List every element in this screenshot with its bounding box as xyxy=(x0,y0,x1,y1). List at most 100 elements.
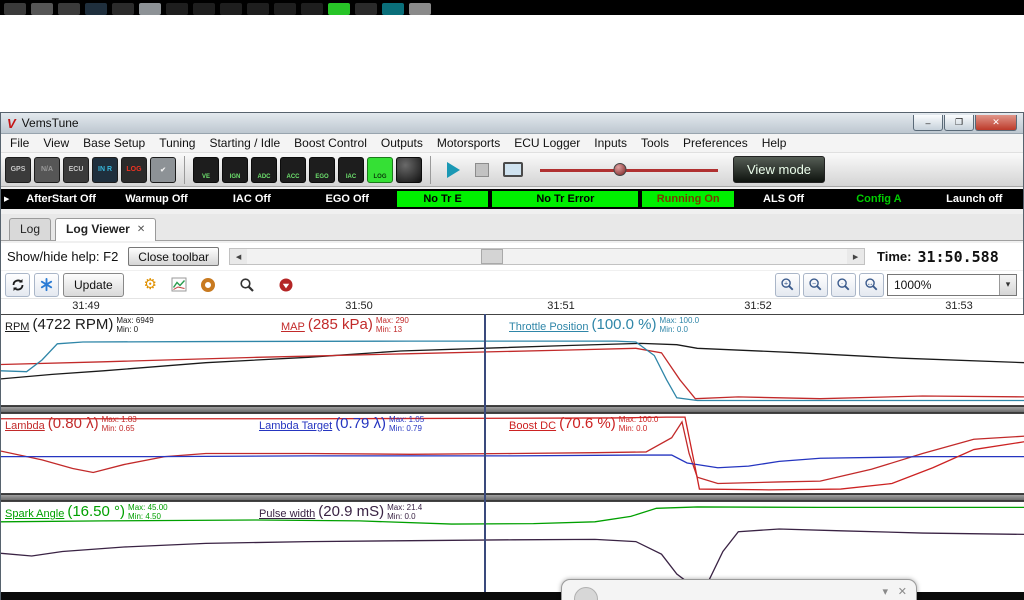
scrollbar-thumb[interactable] xyxy=(481,249,503,264)
signal-name[interactable]: MAP xyxy=(281,321,305,333)
vemstune-window: V VemsTune – ❐ ✕ FileViewBase SetupTunin… xyxy=(0,112,1024,600)
signal-min: Min: 0.0 xyxy=(619,425,659,434)
reload-log-button[interactable] xyxy=(5,273,30,297)
zoom-out-button[interactable]: − xyxy=(803,273,828,297)
menu-item-tools[interactable]: Tools xyxy=(634,134,676,152)
menu-item-motorsports[interactable]: Motorsports xyxy=(430,134,507,152)
view-mode-button[interactable]: View mode xyxy=(733,156,825,183)
zoom-fit-icon: ↔ xyxy=(864,277,879,292)
close-toolbar-button[interactable]: Close toolbar xyxy=(128,247,219,266)
close-button[interactable]: ✕ xyxy=(975,115,1017,131)
window-controls: – ❐ ✕ xyxy=(913,115,1017,131)
menu-item-view[interactable]: View xyxy=(36,134,76,152)
menu-item-base-setup[interactable]: Base Setup xyxy=(76,134,152,152)
zoom-in-button[interactable]: + xyxy=(775,273,800,297)
stop-button[interactable] xyxy=(470,156,494,184)
toolbar-icon-ve[interactable]: VE xyxy=(193,157,219,183)
status-no-tr-e: No Tr E xyxy=(397,191,488,207)
signal-value: (0.80 λ) xyxy=(48,415,99,433)
play-button[interactable] xyxy=(439,156,467,184)
horizontal-scrollbar[interactable]: ◀ ▶ xyxy=(229,248,865,265)
panel-splitter[interactable] xyxy=(1,406,1024,413)
toolbar-icon-ego-cust[interactable]: EGO xyxy=(309,157,335,183)
menu-item-preferences[interactable]: Preferences xyxy=(676,134,755,152)
signal-min: Min: 0.0 xyxy=(660,326,700,335)
status-launch-off: Launch off xyxy=(929,191,1020,207)
signal-name[interactable]: Throttle Position xyxy=(509,321,588,333)
top-strip-icon xyxy=(274,3,296,15)
scroll-right-icon[interactable]: ▶ xyxy=(847,249,864,264)
signal-name[interactable]: RPM xyxy=(5,321,29,333)
toolbar-icon-gps[interactable]: GPS xyxy=(5,157,31,183)
search-button[interactable] xyxy=(235,273,260,297)
tab-log-viewer[interactable]: Log Viewer✕ xyxy=(55,218,156,241)
toolbar-icon-tools[interactable]: ✔ xyxy=(150,157,176,183)
maximize-button[interactable]: ❐ xyxy=(944,115,974,131)
status-config-a: Config A xyxy=(833,191,924,207)
toolbar-icon-iac[interactable]: IAC xyxy=(338,157,364,183)
jump-marker-button[interactable] xyxy=(274,273,299,297)
toolbar-icon-log-view[interactable]: LOG xyxy=(367,157,393,183)
signal-name[interactable]: Pulse width xyxy=(259,508,315,520)
connect-device-button[interactable] xyxy=(34,273,59,297)
slider-track xyxy=(540,169,718,172)
charts-area: RPM(4722 RPM)Max: 6949Min: 0MAP(285 kPa)… xyxy=(1,314,1024,593)
ring-button[interactable] xyxy=(196,273,221,297)
menu-item-outputs[interactable]: Outputs xyxy=(374,134,430,152)
minimize-button[interactable]: – xyxy=(913,115,943,131)
menu-bar: FileViewBase SetupTuningStarting / IdleB… xyxy=(1,134,1023,153)
settings-gear-button[interactable]: ⚙ xyxy=(138,273,163,297)
status-arrow-icon: ▶ xyxy=(4,195,9,203)
top-strip-icon xyxy=(166,3,188,15)
signal-minmax: Max: 6949Min: 0 xyxy=(116,317,153,334)
signal-value: (16.50 °) xyxy=(67,503,125,521)
zoom-fit-button[interactable]: ↔ xyxy=(859,273,884,297)
menu-item-tuning[interactable]: Tuning xyxy=(152,134,202,152)
signal-name[interactable]: Spark Angle xyxy=(5,508,64,520)
scrollbar-track[interactable] xyxy=(247,249,847,264)
chart-panel-middle: Lambda(0.80 λ)Max: 1.83Min: 0.65Lambda T… xyxy=(1,413,1024,494)
menu-item-boost-control[interactable]: Boost Control xyxy=(287,134,374,152)
axis-tick: 31:52 xyxy=(744,300,772,312)
zoom-in-icon: + xyxy=(780,277,795,292)
panel-splitter[interactable] xyxy=(1,494,1024,501)
signal-name[interactable]: Lambda xyxy=(5,420,45,432)
popup-close-icon[interactable]: ✕ xyxy=(898,585,907,598)
toolbar-icon-acc[interactable]: ACC xyxy=(280,157,306,183)
time-label: Time: xyxy=(877,249,911,264)
tab-close-icon[interactable]: ✕ xyxy=(137,224,145,235)
playback-slider[interactable] xyxy=(540,159,718,181)
signal-header-pulse-width: Pulse width(20.9 mS)Max: 21.4Min: 0.0 xyxy=(259,503,422,521)
signal-header-throttle-position: Throttle Position(100.0 %)Max: 100.0Min:… xyxy=(509,316,699,334)
signal-name[interactable]: Lambda Target xyxy=(259,420,332,432)
axis-tick: 31:51 xyxy=(547,300,575,312)
slider-handle[interactable] xyxy=(614,163,627,176)
toolbar-icon-log[interactable]: LOG xyxy=(121,157,147,183)
toolbar-icon-adc[interactable]: ADC xyxy=(251,157,277,183)
tab-log[interactable]: Log xyxy=(9,218,51,240)
window-title: VemsTune xyxy=(22,116,79,130)
menu-item-starting-idle[interactable]: Starting / Idle xyxy=(202,134,287,152)
toolbar-icon-na[interactable]: N/A xyxy=(34,157,60,183)
signal-name[interactable]: Boost DC xyxy=(509,420,556,432)
update-button[interactable]: Update xyxy=(63,273,124,297)
signal-value: (20.9 mS) xyxy=(318,503,384,521)
zoom-level-select[interactable]: 1000% ▾ xyxy=(887,274,1017,296)
trace-map xyxy=(1,348,1024,398)
menu-item-ecu-logger[interactable]: ECU Logger xyxy=(507,134,587,152)
menu-item-file[interactable]: File xyxy=(3,134,36,152)
toolbar-icon-sphere[interactable] xyxy=(396,157,422,183)
time-cursor[interactable] xyxy=(484,314,486,593)
menu-item-help[interactable]: Help xyxy=(755,134,794,152)
scroll-left-icon[interactable]: ◀ xyxy=(230,249,247,264)
status-als-off: ALS Off xyxy=(738,191,829,207)
toolbar-icon-in-r[interactable]: IN R xyxy=(92,157,118,183)
log-viewer-toolbar: Update ⚙ +−· ↔ 1000% ▾ xyxy=(1,271,1023,299)
menu-item-inputs[interactable]: Inputs xyxy=(587,134,634,152)
status-afterstart-off: AfterStart Off xyxy=(15,191,106,207)
zoom-reset-button[interactable]: · xyxy=(831,273,856,297)
chart-config-button[interactable] xyxy=(167,273,192,297)
toolbar-icon-ecu[interactable]: ECU xyxy=(63,157,89,183)
toolbar-icon-ign[interactable]: IGN xyxy=(222,157,248,183)
popup-collapse-icon[interactable]: ▾ xyxy=(882,585,888,598)
